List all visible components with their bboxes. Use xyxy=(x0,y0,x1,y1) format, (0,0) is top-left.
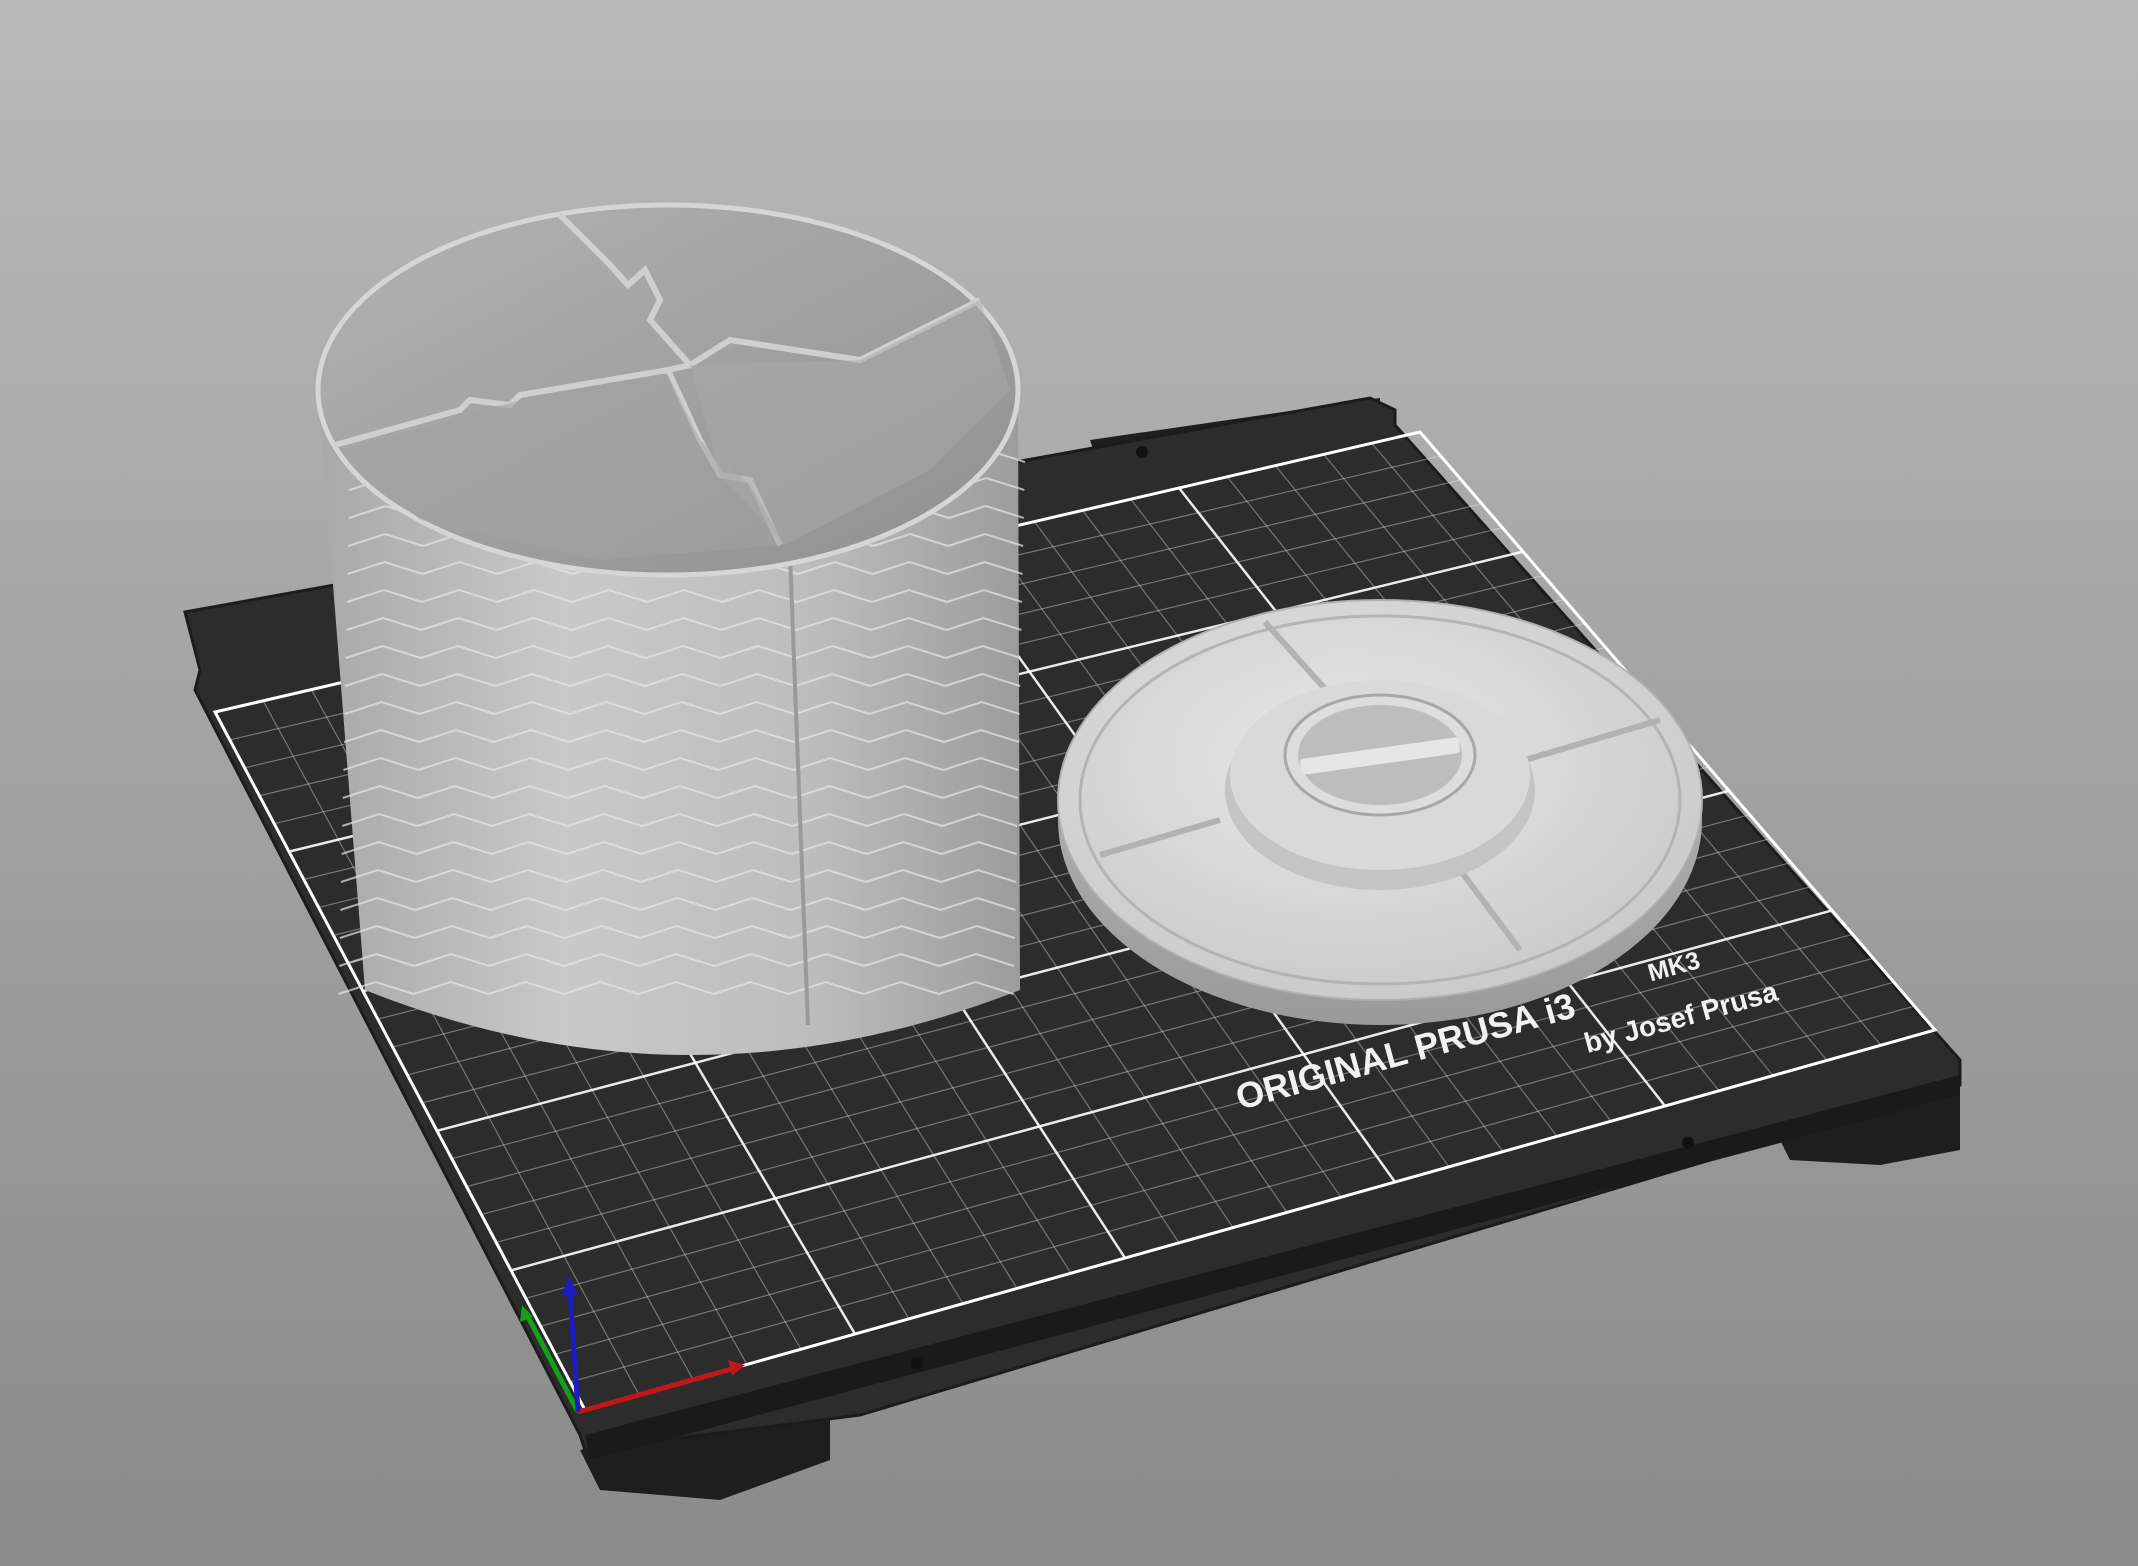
bed-hole xyxy=(911,1357,923,1369)
scene-canvas[interactable]: ORIGINAL PRUSA i3 MK3 by Josef Prusa xyxy=(0,0,2138,1566)
lid-object[interactable] xyxy=(1057,599,1703,1025)
bed-hole xyxy=(1682,1137,1694,1149)
cylinder-object[interactable] xyxy=(315,202,1026,1055)
bed-hole xyxy=(1136,446,1148,458)
3d-viewport[interactable]: ORIGINAL PRUSA i3 MK3 by Josef Prusa xyxy=(0,0,2138,1566)
